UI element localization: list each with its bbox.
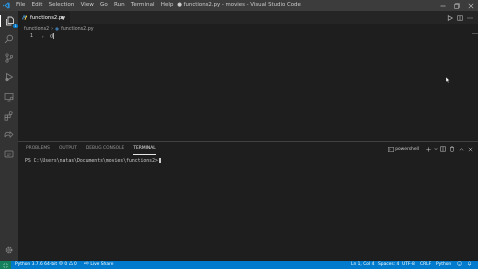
breadcrumb-file[interactable]: functions2.py — [61, 27, 94, 32]
maximize-panel-button[interactable] — [457, 145, 465, 153]
activity-bar: 1 — [0, 11, 18, 261]
tab-terminal[interactable]: TERMINAL — [133, 145, 156, 155]
run-debug-icon — [5, 72, 14, 82]
restore-button[interactable] — [450, 0, 464, 11]
tab-label: functions2.py — [30, 14, 66, 21]
line-number: 1 — [30, 34, 34, 39]
extensions-icon — [4, 111, 13, 121]
remote-indicator[interactable] — [0, 261, 11, 269]
terminal-prompt: PS C:\Users\natas\Documents\movies\funct… — [25, 159, 158, 164]
explorer-badge: 1 — [13, 23, 18, 28]
gear-icon — [5, 246, 13, 254]
feedback-icon — [457, 261, 462, 266]
split-editor-icon — [457, 15, 463, 21]
minimize-button[interactable] — [436, 0, 450, 11]
close-icon — [468, 3, 474, 8]
remote-icon — [3, 262, 8, 268]
ellipsis-icon — [467, 17, 473, 19]
close-panel-button[interactable] — [466, 145, 474, 153]
tab-problems[interactable]: PROBLEMS — [26, 145, 50, 154]
python-file-icon — [22, 15, 27, 20]
minimize-icon — [440, 5, 446, 6]
more-actions-button[interactable] — [466, 14, 474, 22]
search-button[interactable] — [3, 33, 15, 45]
flask-icon — [4, 150, 14, 158]
breadcrumb-folder[interactable]: functions2 — [24, 27, 49, 32]
testing-button[interactable] — [3, 148, 15, 160]
warning-icon — [68, 261, 73, 266]
bell-icon — [467, 261, 472, 266]
live-share-status[interactable]: Live Share — [84, 261, 113, 269]
problems-indicator[interactable]: 0 0 — [59, 261, 77, 269]
feedback-button[interactable] — [457, 261, 462, 269]
live-share-icon — [4, 131, 14, 138]
window-title: ● functions2.py - movies - Visual Studio… — [177, 2, 301, 8]
warning-count: 0 — [74, 262, 77, 267]
minimap-indicator — [472, 33, 478, 34]
language-mode[interactable]: Python — [436, 261, 451, 269]
play-icon — [447, 15, 453, 21]
cursor-position[interactable]: Ln 1, Col 4 — [351, 261, 374, 269]
mouse-pointer-icon — [446, 77, 450, 83]
tab-debug-console[interactable]: DEBUG CONSOLE — [86, 145, 124, 154]
notifications-button[interactable] — [467, 261, 472, 269]
chevron-up-icon — [459, 147, 463, 151]
trash-icon — [450, 146, 454, 152]
kill-terminal-button[interactable] — [448, 145, 456, 153]
line-ending[interactable]: CRLF — [420, 261, 431, 269]
run-debug-button[interactable] — [3, 71, 15, 83]
live-share-icon — [84, 261, 90, 266]
status-bar: Python 3.7.6 64-bit 0 0 Live Share Ln 1,… — [0, 261, 478, 269]
chevron-down-icon — [433, 148, 438, 151]
split-icon — [440, 146, 446, 152]
terminal-icon — [388, 146, 395, 152]
explorer-button[interactable]: 1 — [0, 15, 18, 28]
editor-tab-bar: functions2.py — [18, 11, 478, 24]
panel-actions: powershell — [388, 145, 474, 153]
terminal-dropdown-button[interactable] — [433, 145, 438, 153]
tab-output[interactable]: OUTPUT — [59, 145, 77, 154]
python-interpreter[interactable]: Python 3.7.6 64-bit — [15, 261, 57, 269]
terminal-cursor — [158, 158, 162, 163]
error-icon — [59, 261, 63, 266]
extensions-button[interactable] — [3, 110, 15, 122]
text-cursor — [53, 33, 54, 39]
remote-explorer-button[interactable] — [3, 91, 15, 103]
terminal-select[interactable]: powershell — [395, 147, 419, 152]
search-icon — [4, 34, 14, 44]
title-bar: File Edit Selection View Go Run Terminal… — [0, 0, 478, 11]
live-share-label: Live Share — [90, 262, 114, 267]
python-file-icon — [55, 27, 59, 31]
chevron-right-icon: › — [51, 26, 54, 32]
plus-icon — [425, 146, 431, 152]
new-terminal-button[interactable] — [424, 145, 432, 153]
close-window-button[interactable] — [464, 0, 478, 11]
breadcrumb: functions2 › functions2.py — [24, 25, 94, 33]
encoding[interactable]: UTF-8 — [402, 261, 415, 269]
bottom-panel: PROBLEMS OUTPUT DEBUG CONSOLE TERMINAL p… — [18, 141, 478, 262]
manage-button[interactable] — [3, 244, 15, 256]
source-control-icon — [5, 53, 14, 63]
restore-icon — [454, 2, 460, 9]
run-file-button[interactable] — [446, 14, 454, 22]
split-terminal-button[interactable] — [439, 145, 447, 153]
error-count: 0 — [64, 262, 68, 267]
close-icon — [468, 147, 472, 151]
code-text[interactable]: d — [50, 33, 54, 41]
editor-line[interactable]: 1 › d — [18, 33, 478, 40]
tab-functions2-py[interactable]: functions2.py — [18, 11, 70, 24]
remote-explorer-icon — [4, 93, 14, 102]
fold-chevron-icon[interactable]: › — [42, 34, 44, 39]
unsaved-dot-icon[interactable] — [61, 16, 64, 19]
live-share-button[interactable] — [3, 129, 15, 141]
terminal-output[interactable]: PS C:\Users\natas\Documents\movies\funct… — [25, 158, 162, 165]
indentation[interactable]: Spaces: 4 — [378, 261, 399, 269]
split-editor-button[interactable] — [456, 14, 464, 22]
source-control-button[interactable] — [3, 52, 15, 64]
panel-tabs: PROBLEMS OUTPUT DEBUG CONSOLE TERMINAL — [26, 145, 165, 155]
